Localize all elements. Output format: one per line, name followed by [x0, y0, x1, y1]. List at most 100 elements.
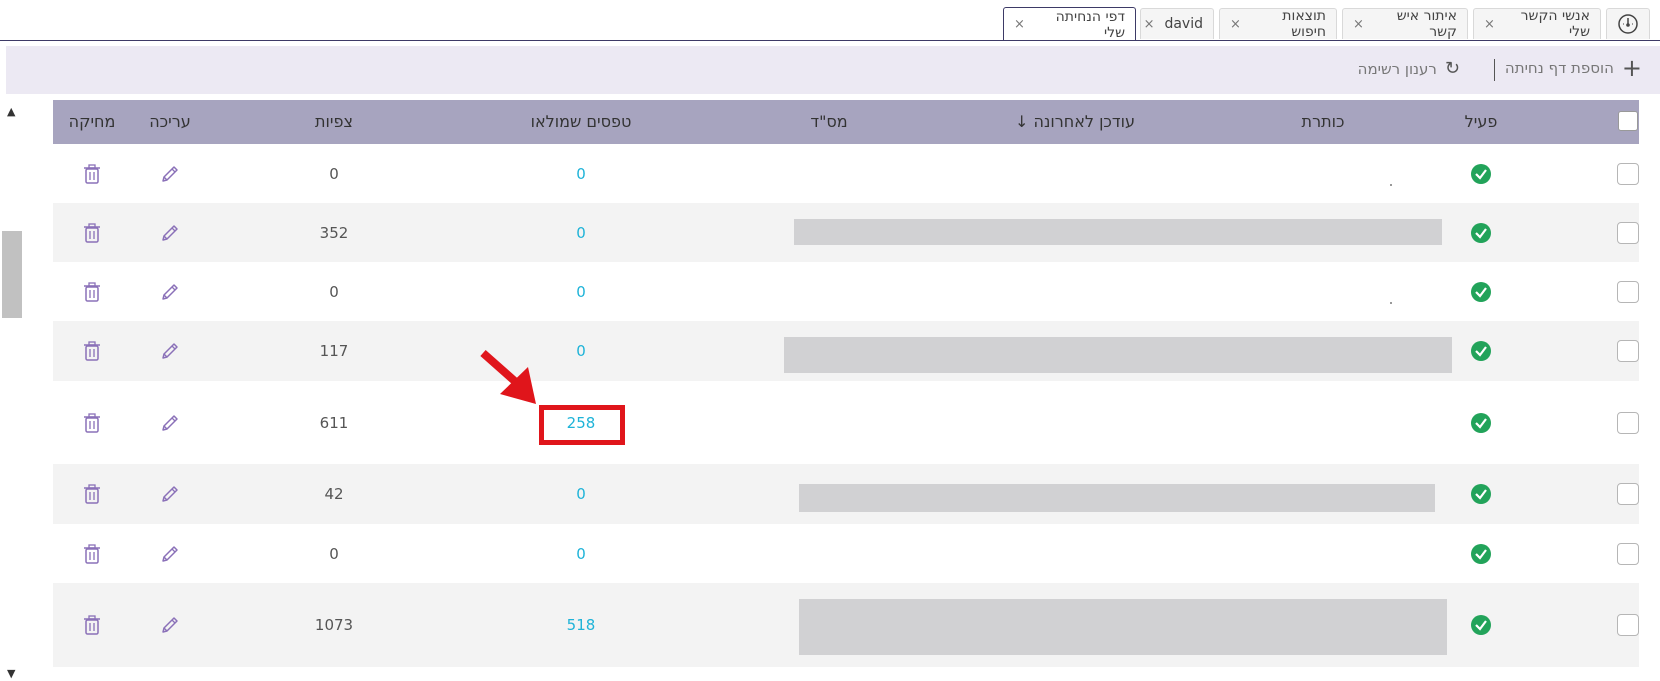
redacted-title [784, 337, 1452, 373]
trash-icon[interactable] [83, 543, 101, 564]
pencil-icon[interactable] [161, 224, 179, 242]
add-landing-page-button[interactable]: + הוספת דף נחיתה [1504, 54, 1642, 82]
trash-icon[interactable] [83, 484, 101, 504]
row-checkbox[interactable] [1617, 280, 1639, 303]
row-checkbox[interactable] [1617, 340, 1639, 362]
tab-bar-underline [0, 40, 1660, 41]
plus-icon: + [1621, 54, 1642, 82]
header-active[interactable]: פעיל [1465, 100, 1498, 144]
check-circle-icon[interactable] [1471, 281, 1491, 302]
pencil-icon[interactable] [161, 485, 179, 503]
pencil-icon[interactable] [161, 545, 179, 563]
trash-icon[interactable] [83, 222, 101, 243]
red-arrow-icon [480, 350, 536, 404]
scroll-up-arrow-icon[interactable]: ▲ [7, 105, 15, 118]
header-last-updated[interactable]: עודכן לאחרונה ↓ [1015, 100, 1135, 144]
tab-find-contact[interactable]: איתור איש קשר × [1342, 8, 1468, 40]
refresh-icon: ↻ [1444, 58, 1460, 79]
views-count: 611 [319, 413, 349, 432]
close-icon[interactable]: × [1353, 17, 1364, 32]
header-views[interactable]: צפיות [315, 100, 353, 144]
redacted-title [799, 484, 1435, 512]
views-count: 42 [324, 485, 344, 503]
check-circle-icon[interactable] [1471, 222, 1491, 243]
table-row: 42 0 [53, 464, 1639, 524]
trash-icon[interactable] [83, 412, 101, 433]
filled-forms-link[interactable]: 0 [576, 224, 586, 242]
row-checkbox[interactable] [1617, 221, 1639, 244]
filled-forms-link[interactable]: 518 [567, 616, 596, 634]
tab-label: david [1164, 16, 1203, 32]
views-count: 0 [329, 165, 339, 183]
dashboard-gauge-icon [1618, 14, 1638, 34]
check-circle-icon[interactable] [1471, 615, 1491, 635]
header-edit: עריכה [149, 112, 191, 131]
redacted-title [794, 219, 1442, 245]
header-id[interactable]: מס"ד [810, 100, 847, 144]
pencil-icon[interactable] [161, 283, 179, 301]
close-icon[interactable]: × [1144, 17, 1155, 32]
filled-forms-link[interactable]: 0 [576, 283, 586, 301]
row-checkbox[interactable] [1617, 163, 1639, 185]
tab-bar: אנשי הקשר שלי × איתור איש קשר × תוצאות חיפ… [0, 0, 1660, 42]
header-filled-forms[interactable]: טפסים שמולאו [531, 100, 632, 144]
tab-label: תוצאות חיפוש [1282, 8, 1326, 40]
table-row: 1073 518 [53, 583, 1639, 667]
title-dot [1390, 301, 1392, 304]
close-icon[interactable]: × [1014, 17, 1025, 32]
tab-label: איתור איש קשר [1396, 8, 1457, 40]
trash-icon[interactable] [83, 281, 101, 302]
views-count: 117 [319, 342, 349, 360]
redacted-title [799, 599, 1447, 655]
views-count: 352 [319, 223, 349, 242]
trash-icon[interactable] [83, 615, 101, 635]
tab-my-landing-pages[interactable]: דפי הנחיתה שלי × [1003, 7, 1136, 41]
table-row: 117 0 [53, 321, 1639, 381]
check-circle-icon[interactable] [1471, 164, 1491, 184]
scrollbar-thumb[interactable] [2, 231, 22, 318]
header-delete: מחיקה [68, 112, 116, 131]
check-circle-icon[interactable] [1471, 484, 1491, 504]
table-row: 352 0 [53, 203, 1639, 262]
trash-icon[interactable] [83, 164, 101, 184]
row-checkbox[interactable] [1617, 483, 1639, 505]
filled-forms-link[interactable]: 0 [576, 545, 586, 563]
title-dot [1390, 184, 1392, 186]
pencil-icon[interactable] [161, 165, 179, 183]
pencil-icon[interactable] [161, 616, 179, 634]
header-title[interactable]: כותרת [1302, 100, 1345, 144]
close-icon[interactable]: × [1230, 17, 1241, 32]
views-count: 0 [329, 282, 339, 301]
filled-forms-link[interactable]: 0 [576, 485, 586, 503]
pencil-icon[interactable] [161, 342, 179, 360]
tab-label: אנשי הקשר שלי [1520, 8, 1590, 40]
tab-search-results[interactable]: תוצאות חיפוש × [1219, 8, 1337, 40]
views-count: 0 [329, 544, 339, 563]
table-header: פעיל כותרת עודכן לאחרונה ↓ מס"ד טפסים שמ… [53, 100, 1639, 144]
scroll-down-arrow-icon[interactable]: ▼ [7, 667, 15, 680]
add-landing-page-label: הוספת דף נחיתה [1504, 59, 1614, 77]
tab-dashboard[interactable] [1606, 8, 1650, 39]
toolbar: + הוספת דף נחיתה ↻ רענון רשימה [6, 46, 1660, 94]
highlight-annotation-box [539, 405, 625, 445]
check-circle-icon[interactable] [1471, 543, 1491, 564]
refresh-list-button[interactable]: ↻ רענון רשימה [1358, 58, 1460, 79]
select-all-checkbox[interactable] [1618, 111, 1638, 131]
row-checkbox[interactable] [1617, 614, 1639, 636]
toolbar-divider [1494, 59, 1495, 81]
row-checkbox[interactable] [1617, 542, 1639, 565]
table-row: 00 [53, 262, 1639, 321]
table-row: 00 [53, 145, 1639, 203]
pencil-icon[interactable] [161, 414, 179, 432]
filled-forms-link[interactable]: 0 [576, 342, 586, 360]
views-count: 1073 [314, 616, 354, 634]
check-circle-icon[interactable] [1471, 412, 1491, 433]
close-icon[interactable]: × [1484, 17, 1495, 32]
row-checkbox[interactable] [1617, 411, 1639, 434]
filled-forms-link[interactable]: 0 [576, 165, 586, 183]
tab-my-contacts[interactable]: אנשי הקשר שלי × [1473, 8, 1601, 40]
tab-david[interactable]: david × [1140, 8, 1214, 39]
trash-icon[interactable] [83, 341, 101, 361]
check-circle-icon[interactable] [1471, 341, 1491, 361]
vertical-scrollbar[interactable] [0, 100, 24, 681]
